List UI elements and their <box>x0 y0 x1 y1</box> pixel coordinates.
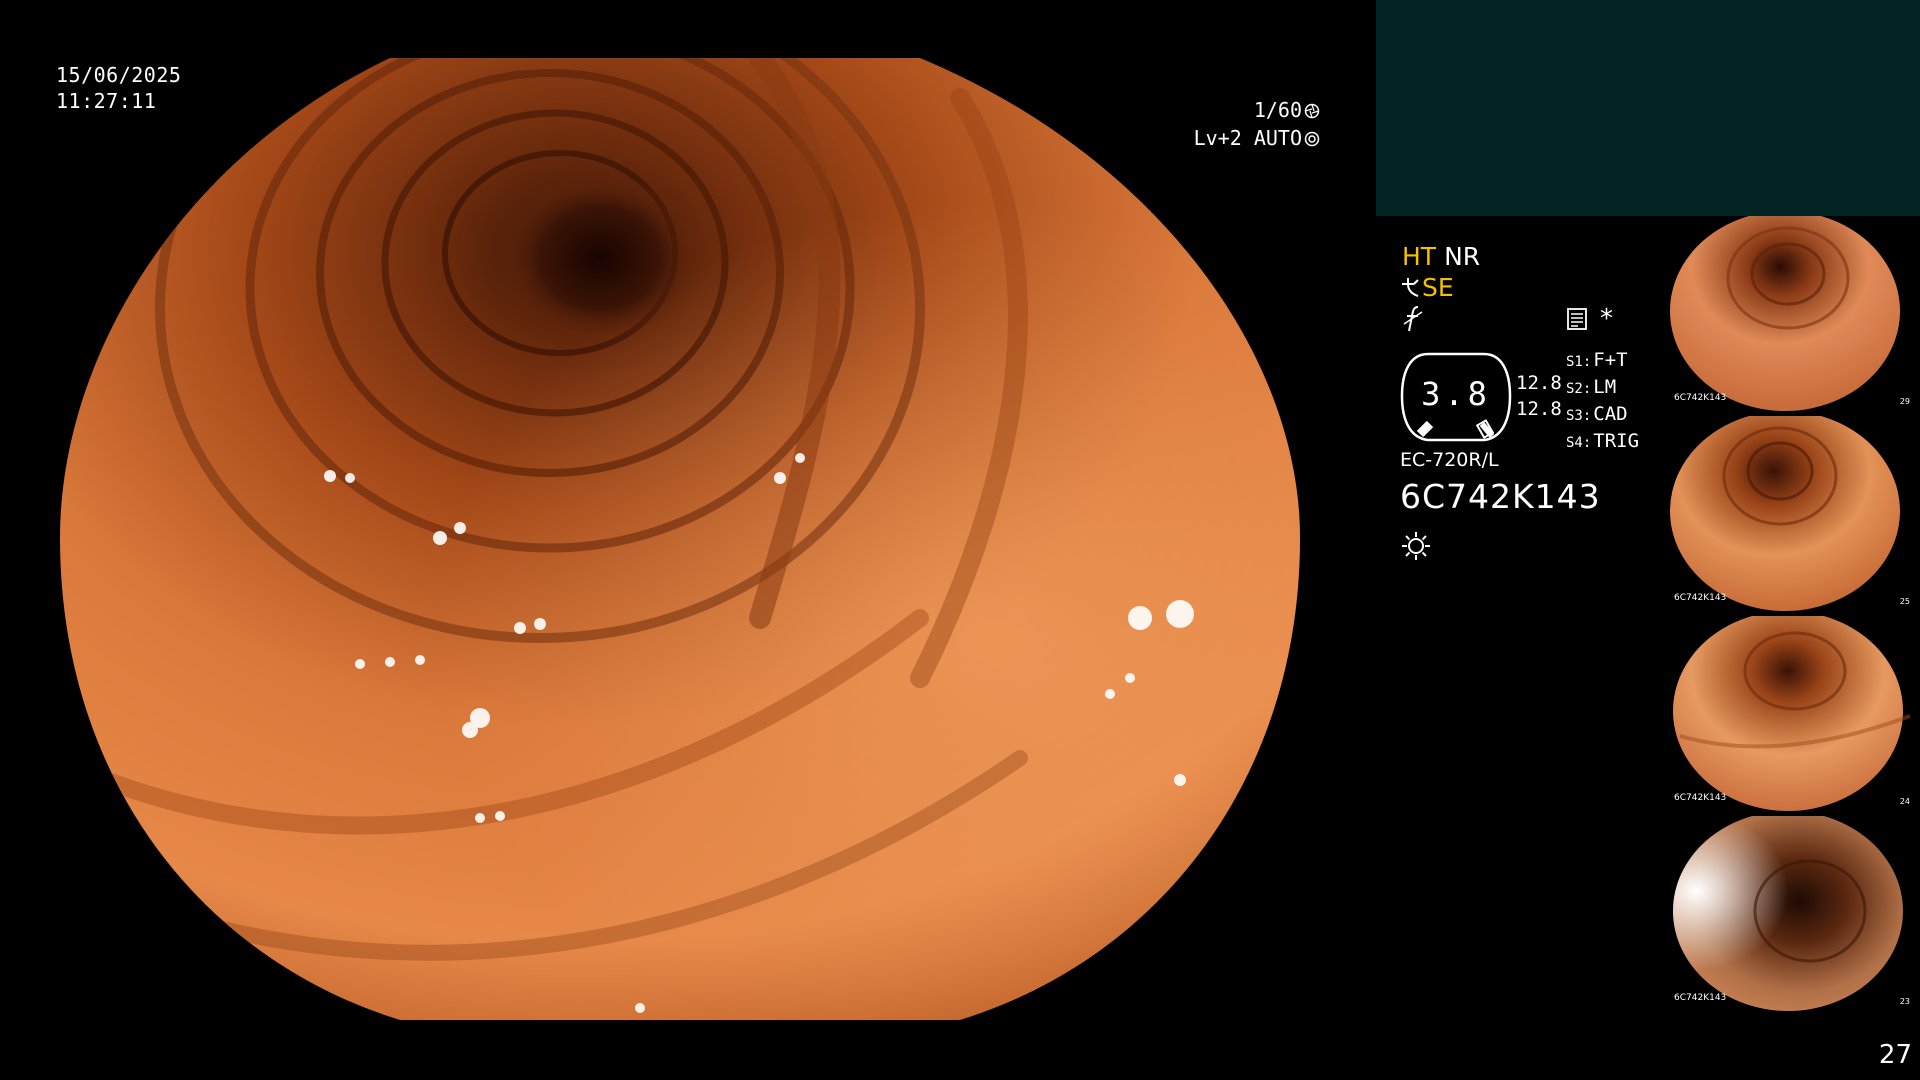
shutter-row: 1/60 <box>1160 96 1320 124</box>
thumbnail-1[interactable]: 6C742K143 29 <box>1670 216 1920 411</box>
exposure-values: 12.8 12.8 <box>1516 370 1562 422</box>
exposure-value-1: 12.8 <box>1516 372 1562 394</box>
note-icon <box>1567 308 1587 330</box>
gauge-value: 3.8 <box>1421 375 1491 413</box>
endoscope-view <box>60 58 1300 1020</box>
light-mode-text: Lv+2 AUTO <box>1193 126 1302 150</box>
info-panel <box>1376 0 1920 216</box>
setting-s3: S3: CAD <box>1566 403 1628 425</box>
thumbnail-4[interactable]: 6C742K143 23 <box>1670 816 1920 1011</box>
auto-exposure-icon <box>1304 131 1320 147</box>
marker-text: * <box>1600 304 1613 334</box>
scope-model: EC-720R/L <box>1400 449 1499 471</box>
time-text: 11:27:11 <box>56 89 157 113</box>
freeze-icon <box>1403 306 1423 332</box>
scope-settings: S1: F+T S2: LM S3: CAD S4: TRIG <box>1566 348 1639 456</box>
mode-nr: NR <box>1444 242 1481 271</box>
scope-serial: 6C742K143 <box>1400 477 1601 516</box>
shutter-text: 1/60 <box>1253 98 1302 122</box>
thumbnail-label: 6C742K143 <box>1674 993 1726 1003</box>
mode-se: SE <box>1422 273 1454 302</box>
thumbnail-index: 25 <box>1900 597 1910 606</box>
thumbnail-3[interactable]: 6C742K143 24 <box>1670 616 1920 811</box>
thumbnail-index: 29 <box>1900 397 1910 406</box>
thumbnail-label: 6C742K143 <box>1674 593 1726 603</box>
enhancement-icon <box>1402 278 1419 297</box>
aperture-icon <box>1304 103 1320 119</box>
endoscope-image <box>60 58 1300 1020</box>
date-text: 15/06/2025 <box>56 63 182 87</box>
light-mode-row: Lv+2 AUTO <box>1160 124 1320 152</box>
setting-s1: S1: F+T <box>1566 349 1628 371</box>
light-icon <box>1402 532 1430 560</box>
exposure-overlay: 1/60 Lv+2 AUTO <box>1160 96 1320 152</box>
setting-s4: S4: TRIG <box>1566 430 1640 452</box>
mode-ht: HT <box>1402 242 1437 271</box>
date-time-overlay: 15/06/2025 11:27:11 <box>56 62 181 114</box>
enhance-row: SE <box>1400 273 1454 303</box>
thumbnail-index: 23 <box>1900 997 1910 1006</box>
mode-row: HT NR <box>1402 242 1480 272</box>
thumbnail-label: 6C742K143 <box>1674 793 1726 803</box>
setting-s2: S2: LM <box>1566 376 1617 398</box>
exposure-value-2: 12.8 <box>1516 398 1562 420</box>
thumbnail-label: 6C742K143 <box>1674 393 1726 403</box>
thumbnail-index: 24 <box>1900 797 1910 806</box>
page-number: 27 <box>1878 1040 1912 1070</box>
thumbnail-2[interactable]: 6C742K143 25 <box>1670 416 1920 611</box>
